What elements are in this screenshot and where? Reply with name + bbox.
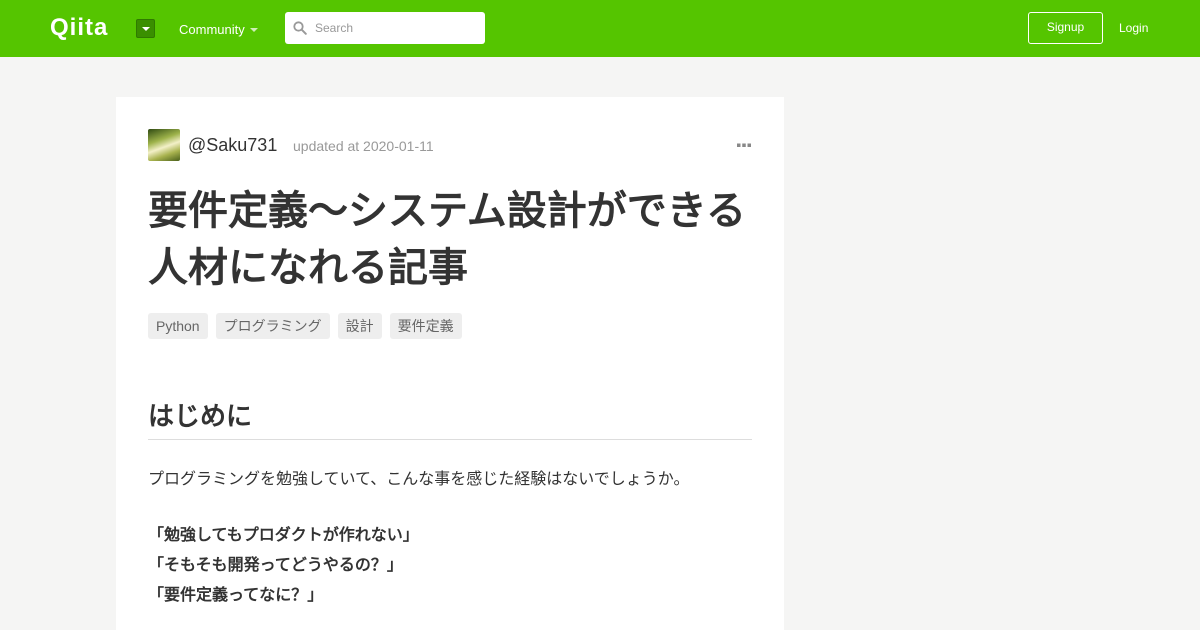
updated-date: updated at 2020-01-11 — [293, 138, 434, 154]
quote-list: 「勉強してもプロダクトが作れない」 「そもそも開発ってどうやるの？」 「要件定義… — [148, 521, 419, 611]
top-navigation-bar: Qiita Community Signup Login — [0, 0, 1200, 57]
tag-design[interactable]: 設計 — [337, 313, 382, 339]
caret-down-icon — [142, 27, 150, 31]
body-paragraph: プログラミングを勉強していて、こんな事を感じた経験はないでしょうか。 — [148, 471, 690, 488]
article-title: 要件定義～システム設計ができる人材になれる記事 — [148, 189, 746, 290]
chevron-down-icon — [250, 28, 258, 32]
author-username[interactable]: @Saku731 — [188, 134, 277, 156]
quote-line: 「勉強してもプロダクトが作れない」 — [148, 527, 419, 544]
search-icon — [293, 21, 307, 35]
tag-list: Python プログラミング 設計 要件定義 — [148, 313, 462, 339]
article-card: @Saku731 updated at 2020-01-11 要件定義～システム… — [116, 97, 784, 630]
qiita-logo[interactable]: Qiita — [50, 13, 108, 43]
login-link[interactable]: Login — [1119, 20, 1148, 36]
tag-python[interactable]: Python — [148, 313, 208, 339]
section-heading: はじめに — [148, 396, 752, 440]
signup-button[interactable]: Signup — [1028, 12, 1103, 44]
tag-programming[interactable]: プログラミング — [215, 313, 330, 339]
quote-line: 「要件定義ってなに？」 — [148, 587, 324, 604]
logo-menu-dropdown-button[interactable] — [136, 19, 155, 38]
search-input[interactable] — [315, 12, 475, 44]
avatar[interactable] — [148, 129, 180, 161]
community-menu[interactable]: Community — [179, 22, 245, 38]
more-options-icon[interactable] — [736, 143, 752, 147]
search-box[interactable] — [285, 12, 485, 44]
tag-requirements[interactable]: 要件定義 — [389, 313, 462, 339]
quote-line: 「そもそも開発ってどうやるの？」 — [148, 557, 403, 574]
